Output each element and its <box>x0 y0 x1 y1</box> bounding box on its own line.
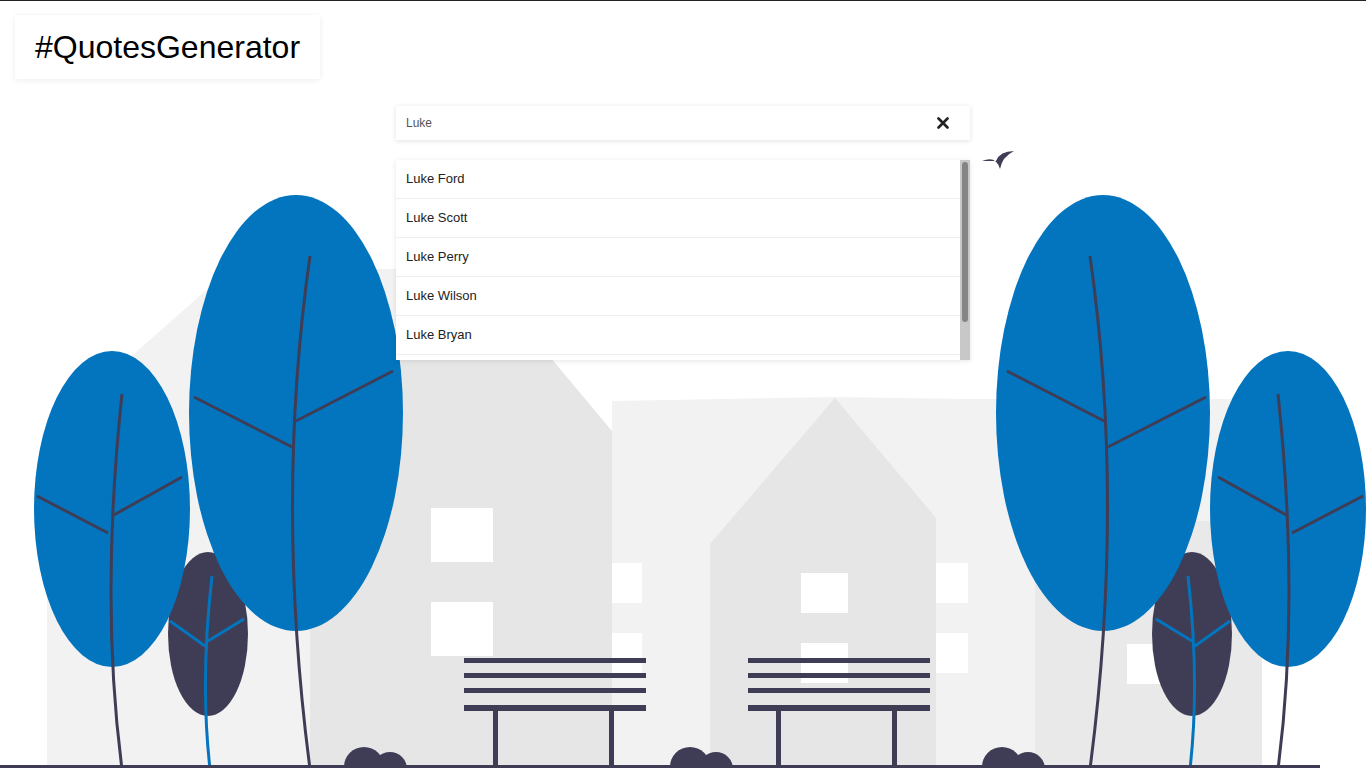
close-icon <box>937 117 949 129</box>
search-area: Luke FordLuke ScottLuke PerryLuke Wilson… <box>396 106 970 360</box>
suggestion-dropdown: Luke FordLuke ScottLuke PerryLuke Wilson… <box>396 160 970 360</box>
suggestion-item[interactable]: Luke Bryan <box>396 316 960 355</box>
suggestion-item[interactable]: Luke Ford <box>396 160 960 199</box>
app-title: #QuotesGenerator <box>35 27 300 67</box>
search-field <box>396 106 970 140</box>
content: #QuotesGenerator Luke FordLuke ScottLuke… <box>0 1 1366 360</box>
suggestion-item[interactable]: Luke Scott <box>396 199 960 238</box>
suggestion-item[interactable]: Luke Perry <box>396 238 960 277</box>
search-input[interactable] <box>396 114 928 132</box>
page: #QuotesGenerator Luke FordLuke ScottLuke… <box>0 0 1366 768</box>
title-card: #QuotesGenerator <box>15 15 320 79</box>
clear-button[interactable] <box>928 106 958 140</box>
scrollbar-thumb[interactable] <box>962 162 968 322</box>
suggestion-item[interactable]: Luke Wilson <box>396 277 960 316</box>
scrollbar-track[interactable] <box>960 160 970 360</box>
suggestion-list: Luke FordLuke ScottLuke PerryLuke Wilson… <box>396 160 960 360</box>
header: #QuotesGenerator <box>0 1 1366 79</box>
